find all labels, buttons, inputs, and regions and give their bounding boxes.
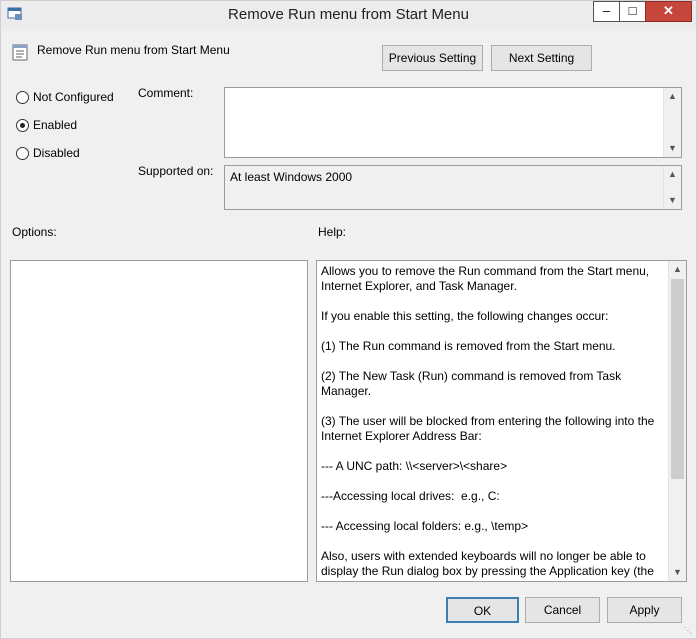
help-paragraph: Allows you to remove the Run command fro… (321, 264, 653, 293)
help-text: Allows you to remove the Run command fro… (321, 264, 665, 581)
help-paragraph: (3) The user will be blocked from enteri… (321, 414, 658, 443)
cancel-button[interactable]: Cancel (525, 597, 600, 623)
maximize-button[interactable]: □ (619, 1, 646, 22)
previous-setting-button[interactable]: Previous Setting (382, 45, 483, 71)
title-bar[interactable]: Remove Run menu from Start Menu – □ ✕ (1, 1, 696, 29)
supported-on-label: Supported on: (138, 164, 214, 178)
help-paragraph: (1) The Run command is removed from the … (321, 339, 616, 353)
scroll-down-icon[interactable]: ▼ (669, 564, 686, 581)
comment-label: Comment: (138, 86, 194, 100)
comment-scrollbar[interactable]: ▲ ▼ (663, 88, 681, 157)
help-label: Help: (318, 225, 347, 239)
supported-on-field: At least Windows 2000 ▲ ▼ (224, 165, 682, 210)
help-paragraph: If you enable this setting, the followin… (321, 309, 609, 323)
radio-circle (16, 147, 29, 160)
scroll-down-icon[interactable]: ▼ (664, 140, 681, 157)
radio-label: Not Configured (33, 90, 114, 104)
help-paragraph: --- A UNC path: \\<server>\<share> (321, 459, 508, 473)
maximize-icon: □ (628, 3, 637, 18)
setting-title: Remove Run menu from Start Menu (37, 43, 230, 57)
apply-button[interactable]: Apply (607, 597, 682, 623)
close-button[interactable]: ✕ (645, 1, 692, 22)
window-title: Remove Run menu from Start Menu (228, 6, 469, 23)
radio-circle (16, 119, 29, 132)
scroll-up-icon[interactable]: ▲ (669, 261, 686, 278)
help-paragraph: --- Accessing local folders: e.g., \temp… (321, 519, 529, 533)
scroll-up-icon[interactable]: ▲ (664, 88, 681, 105)
help-paragraph: Also, users with extended keyboards will… (321, 549, 654, 578)
radio-circle (16, 91, 29, 104)
scroll-up-icon[interactable]: ▲ (664, 166, 681, 183)
radio-label: Disabled (33, 146, 80, 160)
radio-selected-dot (20, 123, 25, 128)
close-icon: ✕ (663, 3, 674, 18)
help-scrollbar[interactable]: ▲ ▼ (668, 261, 686, 581)
scroll-thumb[interactable] (671, 279, 684, 479)
comment-textarea[interactable]: ▲ ▼ (224, 87, 682, 158)
radio-label: Enabled (33, 118, 78, 132)
supported-scrollbar[interactable]: ▲ ▼ (663, 166, 681, 209)
help-paragraph: ---Accessing local drives: e.g., C: (321, 489, 500, 503)
next-setting-button[interactable]: Next Setting (491, 45, 592, 71)
policy-setting-icon (12, 44, 29, 61)
policy-dialog: Remove Run menu from Start Menu – □ ✕ Re… (0, 0, 697, 639)
options-pane (10, 260, 308, 582)
ok-button[interactable]: OK (446, 597, 519, 623)
help-paragraph: (2) The New Task (Run) command is remove… (321, 369, 625, 398)
scroll-down-icon[interactable]: ▼ (664, 192, 681, 209)
help-pane[interactable]: Allows you to remove the Run command fro… (316, 260, 687, 582)
minimize-icon: – (602, 3, 611, 18)
minimize-button[interactable]: – (593, 1, 620, 22)
radio-enabled[interactable]: Enabled (16, 118, 176, 134)
options-label: Options: (12, 225, 57, 239)
radio-disabled[interactable]: Disabled (16, 146, 176, 162)
supported-on-value: At least Windows 2000 (230, 170, 353, 184)
resize-grip-icon[interactable]: ⋱ (684, 626, 694, 636)
